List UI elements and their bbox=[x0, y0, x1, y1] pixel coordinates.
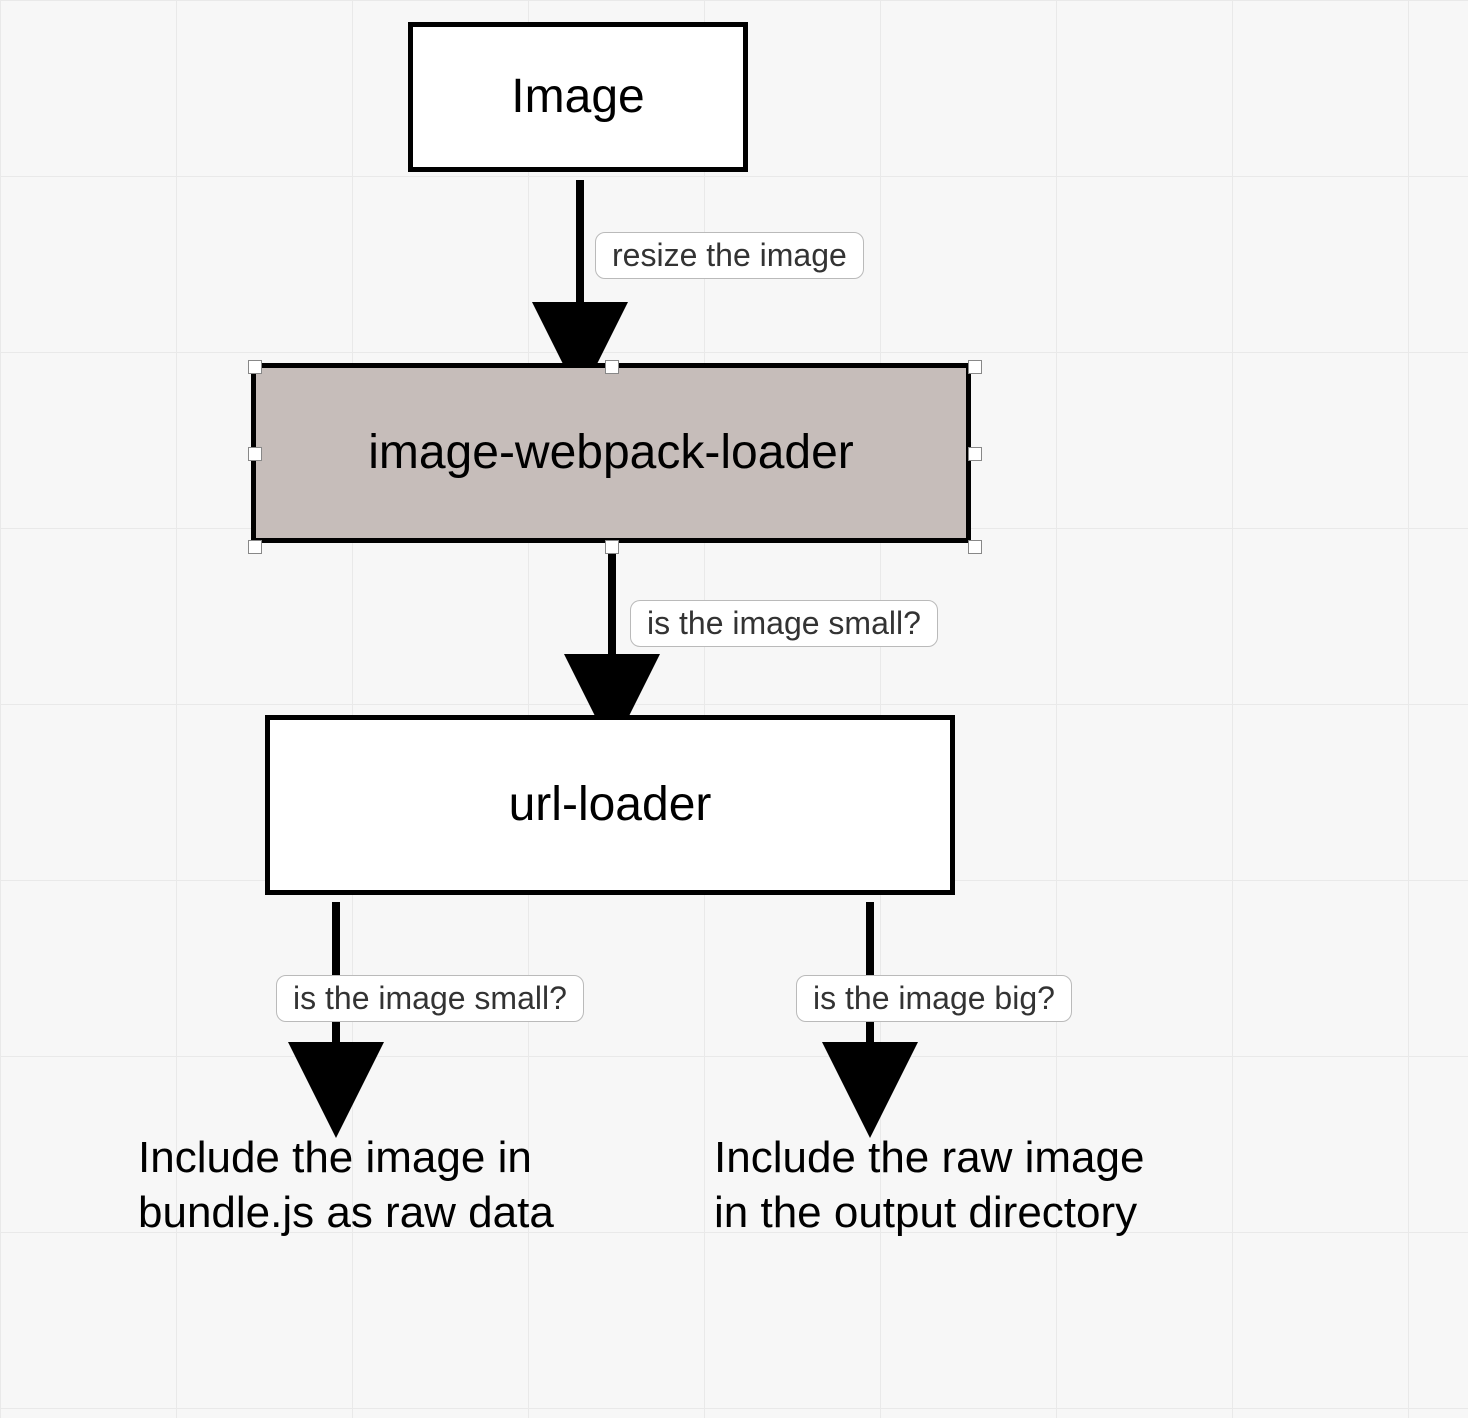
node-url-loader-label: url-loader bbox=[499, 769, 722, 842]
node-image[interactable]: Image bbox=[408, 22, 748, 172]
result-small-text: Include the image in bundle.js as raw da… bbox=[138, 1130, 598, 1240]
node-url-loader[interactable]: url-loader bbox=[265, 715, 955, 895]
resize-handle-sw[interactable] bbox=[248, 540, 262, 554]
node-image-webpack-loader[interactable]: image-webpack-loader bbox=[251, 363, 971, 543]
resize-handle-n[interactable] bbox=[605, 360, 619, 374]
edge-label-is-small-2[interactable]: is the image small? bbox=[276, 975, 584, 1022]
edge-label-is-big[interactable]: is the image big? bbox=[796, 975, 1072, 1022]
edge-label-resize[interactable]: resize the image bbox=[595, 232, 864, 279]
node-image-label: Image bbox=[501, 61, 654, 134]
resize-handle-w[interactable] bbox=[248, 447, 262, 461]
resize-handle-ne[interactable] bbox=[968, 360, 982, 374]
resize-handle-s[interactable] bbox=[605, 540, 619, 554]
result-big-text: Include the raw image in the output dire… bbox=[714, 1130, 1174, 1240]
resize-handle-e[interactable] bbox=[968, 447, 982, 461]
resize-handle-se[interactable] bbox=[968, 540, 982, 554]
diagram-canvas[interactable]: Image image-webpack-loader url-loader re… bbox=[0, 0, 1468, 1418]
edge-label-is-small-1[interactable]: is the image small? bbox=[630, 600, 938, 647]
node-image-webpack-loader-label: image-webpack-loader bbox=[358, 417, 864, 490]
resize-handle-nw[interactable] bbox=[248, 360, 262, 374]
